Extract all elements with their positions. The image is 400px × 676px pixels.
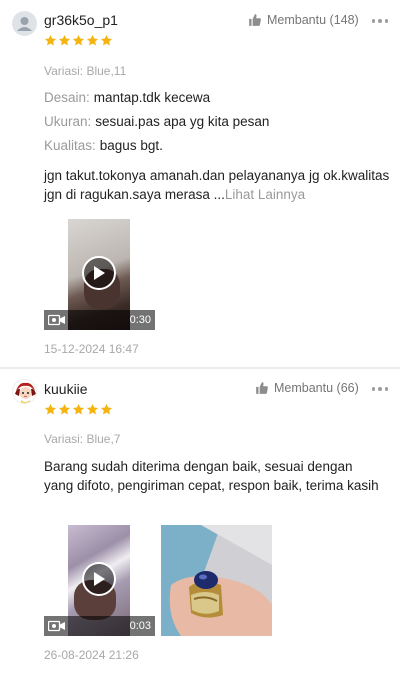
more-dots-icon[interactable]	[371, 19, 388, 23]
star-icon	[100, 34, 113, 46]
review-video-thumbnail[interactable]: 0:30	[44, 219, 155, 330]
attribute-quality: Kualitas: bagus bgt.	[44, 138, 163, 153]
star-icon	[72, 403, 85, 415]
review-video-thumbnail[interactable]: 0:03	[44, 525, 155, 636]
helpful-count: Membantu (66)	[274, 381, 359, 395]
thumbs-up-icon	[256, 382, 268, 394]
star-rating	[44, 403, 113, 416]
attribute-size: Ukuran: sesuai.pas apa yg kita pesan	[44, 114, 270, 129]
anime-avatar-icon[interactable]	[12, 379, 37, 404]
review-text: jgn takut.tokonya amanah.dan pelayananya…	[44, 168, 390, 202]
attribute-design: Desain: mantap.tdk kecewa	[44, 90, 211, 105]
star-icon	[86, 403, 99, 415]
video-camera-icon	[48, 314, 65, 326]
review-date: 15-12-2024 16:47	[44, 342, 139, 356]
review-card: gr36k5o_p1 Membantu (148) Variasi: Blue,…	[0, 0, 400, 367]
more-dots-icon[interactable]	[371, 387, 388, 391]
play-icon[interactable]	[82, 256, 116, 290]
helpful-count: Membantu (148)	[267, 13, 359, 27]
review-card: kuukiie Membantu (66) Variasi: Blue,7 Ba…	[0, 369, 400, 676]
play-icon[interactable]	[82, 562, 116, 596]
star-icon	[58, 403, 71, 415]
helpful-button[interactable]: Membantu (66)	[255, 381, 359, 395]
star-icon	[86, 34, 99, 46]
see-more-link[interactable]: Lihat Lainnya	[225, 187, 305, 202]
helpful-button[interactable]: Membantu (148)	[248, 13, 359, 27]
video-duration: 0:03	[129, 620, 151, 632]
video-duration: 0:30	[129, 314, 151, 326]
review-text: Barang sudah diterima dengan baik, sesua…	[44, 459, 379, 493]
star-icon	[44, 403, 57, 415]
review-date: 26-08-2024 21:26	[44, 648, 139, 662]
star-icon	[44, 34, 57, 46]
default-avatar-icon[interactable]	[12, 11, 37, 36]
star-icon	[100, 403, 113, 415]
thumbs-up-icon	[249, 14, 261, 26]
star-icon	[72, 34, 85, 46]
variation-label: Variasi: Blue,11	[44, 64, 127, 78]
reviewer-username[interactable]: gr36k5o_p1	[44, 12, 118, 28]
review-photo-thumbnail[interactable]	[161, 525, 272, 636]
star-rating	[44, 34, 113, 47]
reviewer-username[interactable]: kuukiie	[44, 381, 88, 397]
video-camera-icon	[48, 620, 65, 632]
variation-label: Variasi: Blue,7	[44, 432, 121, 446]
star-icon	[58, 34, 71, 46]
ring-photo	[161, 525, 272, 636]
